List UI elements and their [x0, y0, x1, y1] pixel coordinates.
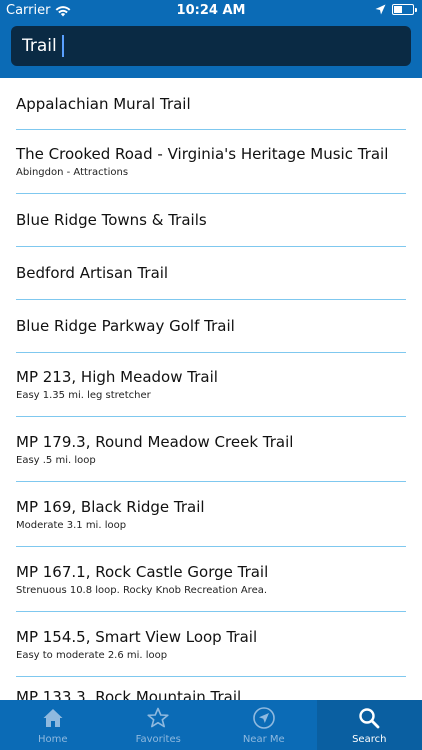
status-bar: Carrier 10:24 AM — [0, 0, 422, 22]
result-item-content: MP 133.3, Rock Mountain Trail — [16, 677, 406, 701]
location-services-icon — [375, 4, 386, 15]
tab-label: Favorites — [135, 734, 181, 745]
status-right — [375, 4, 417, 15]
text-caret — [62, 35, 64, 57]
result-item-content: Blue Ridge Parkway Golf Trail — [16, 300, 406, 353]
result-item-content: The Crooked Road - Virginia's Heritage M… — [16, 130, 406, 194]
result-item[interactable]: Bedford Artisan Trail — [0, 247, 422, 300]
top-bar: Carrier 10:24 AM — [0, 0, 422, 78]
result-title: The Crooked Road - Virginia's Heritage M… — [16, 145, 389, 163]
search-field[interactable] — [11, 26, 411, 66]
result-item-content: MP 179.3, Round Meadow Creek Trail Easy .… — [16, 417, 406, 482]
result-item-content: Blue Ridge Towns & Trails — [16, 194, 406, 247]
result-item[interactable]: MP 133.3, Rock Mountain Trail — [0, 677, 422, 701]
result-item-content: Bedford Artisan Trail — [16, 247, 406, 300]
tab-near-me[interactable]: Near Me — [211, 700, 317, 750]
result-item[interactable]: Blue Ridge Towns & Trails — [0, 194, 422, 247]
location-arrow-icon — [252, 706, 276, 734]
result-item-content: MP 213, High Meadow Trail Easy 1.35 mi. l… — [16, 353, 406, 417]
result-item[interactable]: MP 169, Black Ridge Trail Moderate 3.1 mi… — [0, 482, 422, 547]
result-subtitle: Strenuous 10.8 loop. Rocky Knob Recreati… — [16, 584, 268, 596]
star-icon — [146, 706, 170, 734]
result-title: MP 167.1, Rock Castle Gorge Trail — [16, 562, 269, 581]
result-item[interactable]: The Crooked Road - Virginia's Heritage M… — [0, 130, 422, 194]
battery-icon — [392, 4, 417, 15]
result-title: Blue Ridge Parkway Golf Trail — [16, 317, 235, 335]
tab-bar: Home Favorites Near Me Search — [0, 700, 422, 750]
result-item-content: MP 169, Black Ridge Trail Moderate 3.1 mi… — [16, 482, 406, 547]
search-results-list[interactable]: Appalachian Mural Trail The Crooked Road … — [0, 78, 422, 700]
search-input[interactable] — [11, 26, 411, 66]
result-item-content: MP 154.5, Smart View Loop Trail Easy to m… — [16, 612, 406, 677]
tab-favorites[interactable]: Favorites — [106, 700, 212, 750]
result-item[interactable]: MP 179.3, Round Meadow Creek Trail Easy .… — [0, 417, 422, 482]
search-icon — [357, 706, 381, 734]
result-title: Appalachian Mural Trail — [16, 94, 191, 113]
result-title: MP 179.3, Round Meadow Creek Trail — [16, 432, 294, 451]
result-item[interactable]: Appalachian Mural Trail — [0, 78, 422, 130]
status-time: 10:24 AM — [176, 3, 246, 18]
result-title: MP 213, High Meadow Trail — [16, 368, 218, 386]
result-title: Blue Ridge Towns & Trails — [16, 211, 207, 229]
result-item-content: MP 167.1, Rock Castle Gorge Trail Strenuo… — [16, 547, 406, 612]
tab-label: Near Me — [242, 734, 285, 745]
result-subtitle: Easy 1.35 mi. leg stretcher — [16, 390, 151, 401]
result-subtitle: Easy to moderate 2.6 mi. loop — [16, 649, 168, 661]
result-title: MP 154.5, Smart View Loop Trail — [16, 627, 258, 646]
result-item-content: Appalachian Mural Trail — [16, 78, 406, 130]
result-subtitle: Moderate 3.1 mi. loop — [16, 519, 127, 531]
tab-label: Home — [37, 734, 68, 745]
result-title: MP 169, Black Ridge Trail — [16, 497, 205, 516]
result-item[interactable]: MP 213, High Meadow Trail Easy 1.35 mi. l… — [0, 353, 422, 417]
tab-search[interactable]: Search — [316, 700, 422, 750]
result-title: MP 133.3, Rock Mountain Trail — [16, 687, 242, 701]
result-item[interactable]: MP 154.5, Smart View Loop Trail Easy to m… — [0, 612, 422, 677]
result-item[interactable]: MP 167.1, Rock Castle Gorge Trail Strenuo… — [0, 547, 422, 612]
result-title: Bedford Artisan Trail — [16, 264, 169, 282]
result-item[interactable]: Blue Ridge Parkway Golf Trail — [0, 300, 422, 353]
tab-home[interactable]: Home — [0, 700, 106, 750]
home-icon — [41, 706, 65, 734]
result-subtitle: Easy .5 mi. loop — [16, 454, 96, 466]
result-subtitle: Abingdon - Attractions — [16, 167, 129, 178]
tab-label: Search — [352, 734, 387, 745]
